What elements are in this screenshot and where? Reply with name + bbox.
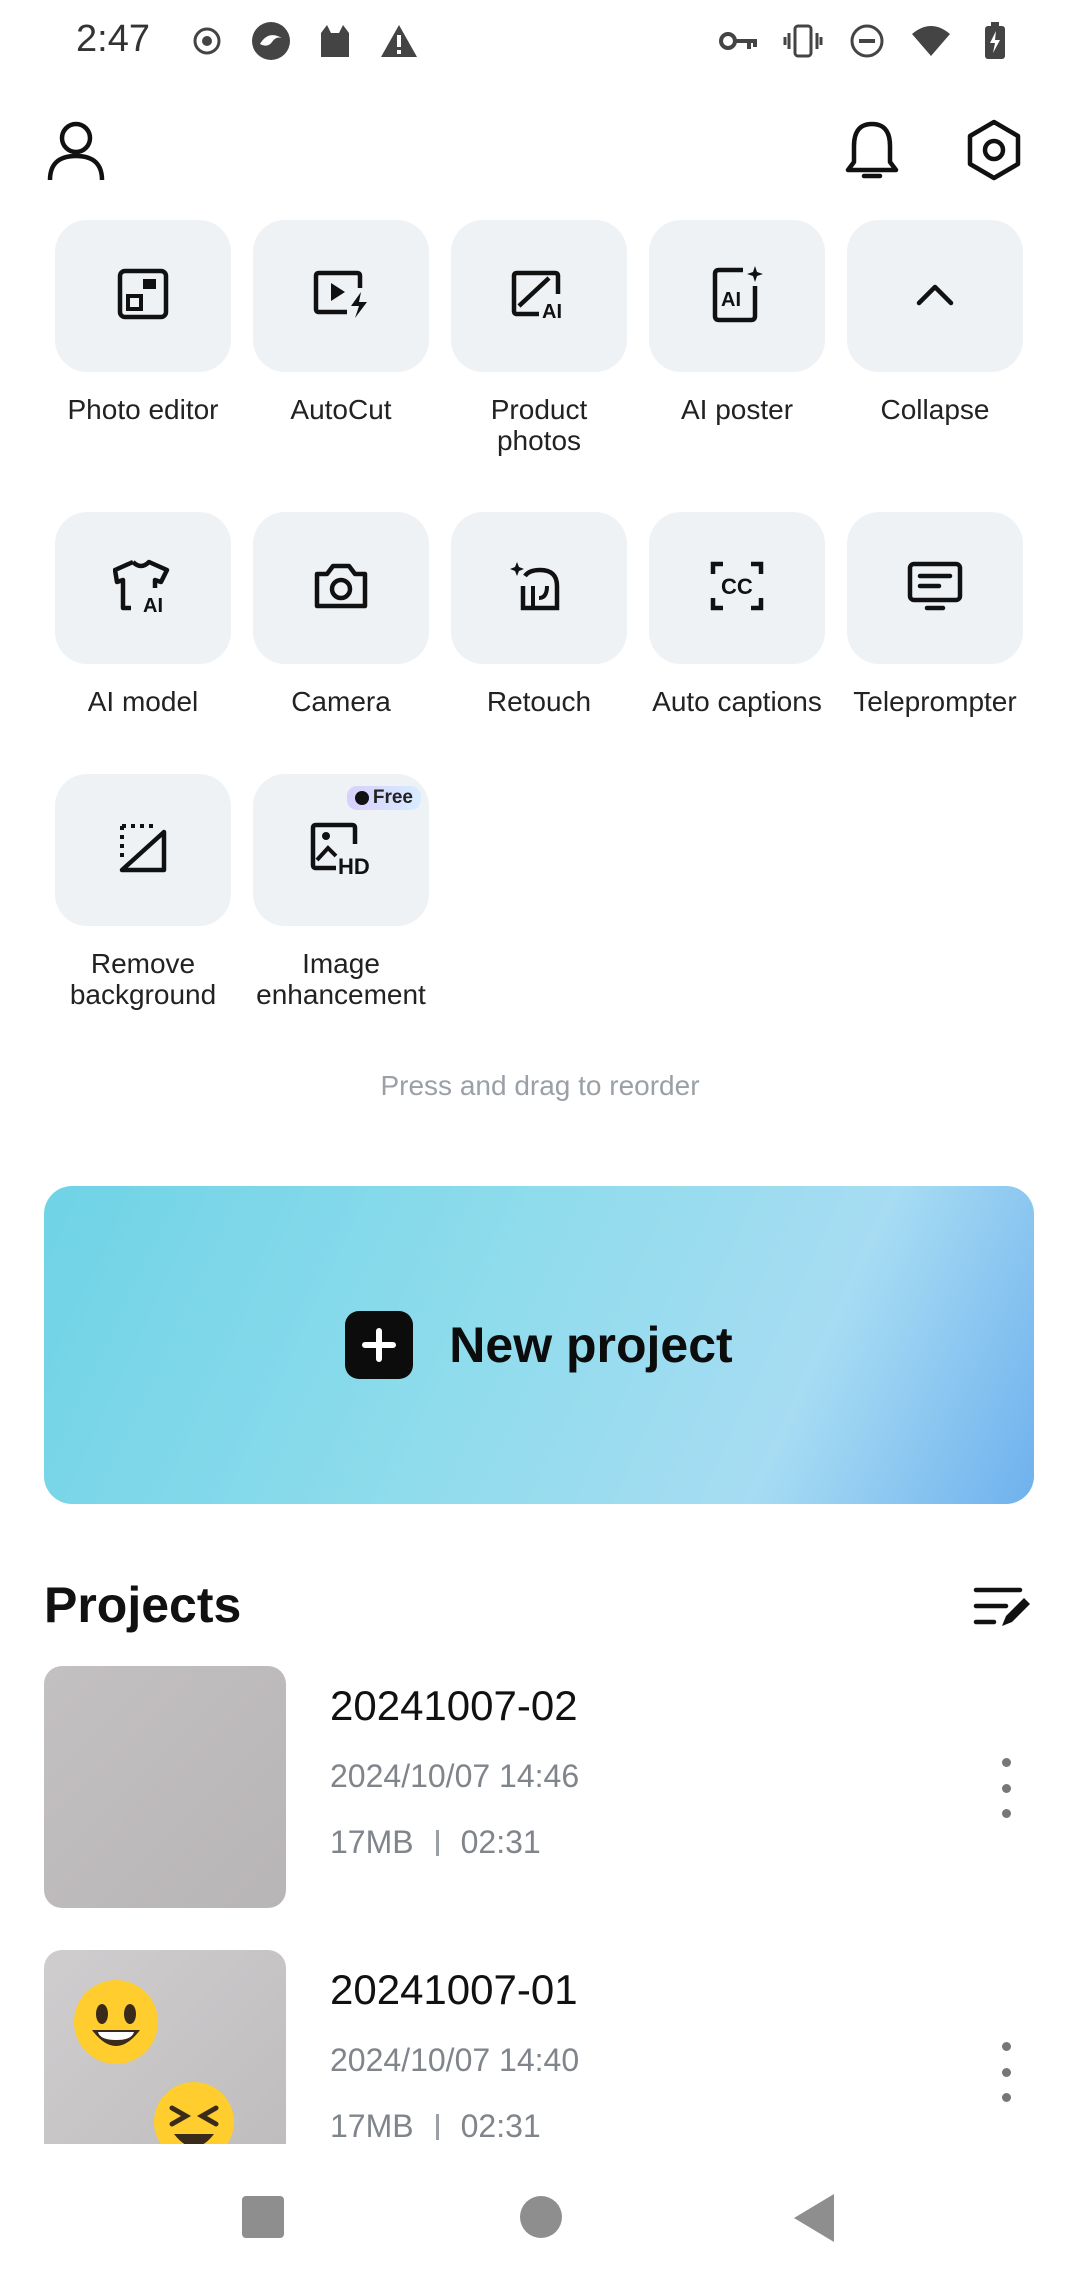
key-icon	[718, 20, 760, 62]
tool-label: AutoCut	[290, 394, 392, 425]
recents-icon[interactable]	[242, 2196, 284, 2238]
sort-edit-icon[interactable]	[972, 1582, 1032, 1632]
tool-label: AI poster	[680, 394, 794, 425]
tool-label: Image enhancement	[256, 948, 426, 1010]
captions-icon: CC	[709, 558, 765, 619]
tool-label: Collapse	[880, 394, 990, 425]
ai-model-icon: AI	[112, 558, 173, 619]
project-meta: 17MB 02:31	[330, 2108, 541, 2144]
project-thumbnail	[44, 1950, 286, 2144]
retouch-icon	[509, 558, 569, 619]
system-nav-bar	[0, 2144, 1080, 2280]
svg-text:HD: HD	[338, 854, 370, 876]
do-not-disturb-icon	[846, 20, 888, 62]
project-size: 17MB	[330, 2108, 414, 2144]
home-icon[interactable]	[520, 2196, 562, 2238]
svg-text:CC: CC	[721, 574, 753, 599]
new-project-button[interactable]: New project	[44, 1186, 1034, 1504]
status-bar: 2:47	[0, 0, 1080, 90]
tool-autocut[interactable]: AutoCut	[252, 220, 430, 425]
free-badge: Free	[346, 786, 421, 810]
meta-separator	[435, 2113, 439, 2140]
new-project-label: New project	[449, 1317, 733, 1373]
project-row[interactable]: 20241007-02 2024/10/07 14:46 17MB 02:31	[44, 1666, 1044, 1908]
browser-icon	[250, 20, 292, 62]
remove-background-icon	[114, 820, 172, 881]
projects-title: Projects	[44, 1577, 242, 1633]
tool-retouch[interactable]: Retouch	[450, 512, 628, 717]
settings-icon[interactable]	[962, 118, 1026, 182]
project-name: 20241007-01	[330, 1966, 578, 2013]
project-thumbnail	[44, 1666, 286, 1908]
profile-icon[interactable]	[44, 118, 108, 182]
wifi-icon	[910, 20, 952, 62]
battery-icon	[974, 20, 1016, 62]
ai-poster-icon: AI	[709, 264, 765, 329]
tool-teleprompter[interactable]: Teleprompter	[846, 512, 1024, 717]
project-row[interactable]: 20241007-01 2024/10/07 14:40 17MB 02:31	[44, 1950, 1044, 2144]
reorder-hint: Press and drag to reorder	[380, 1070, 700, 1101]
tool-collapse[interactable]: Collapse	[846, 220, 1024, 425]
tool-remove-background[interactable]: Remove background	[54, 774, 232, 1010]
project-duration: 02:31	[460, 2108, 541, 2144]
more-options-icon[interactable]	[994, 1758, 1018, 1818]
more-options-icon[interactable]	[994, 2042, 1018, 2102]
tool-auto-captions[interactable]: CC Auto captions	[648, 512, 826, 717]
svg-text:AI: AI	[542, 301, 562, 322]
photo-editor-icon	[115, 266, 171, 327]
product-photos-icon: AI	[509, 266, 569, 327]
tool-ai-model[interactable]: AI AI model	[54, 512, 232, 717]
tool-label: Auto captions	[652, 686, 822, 717]
tool-photo-editor[interactable]: Photo editor	[54, 220, 232, 425]
chevron-up-icon	[913, 279, 957, 314]
warning-icon	[378, 20, 420, 62]
status-time: 2:47	[76, 18, 150, 60]
vibrate-icon	[782, 20, 824, 62]
clock-icon	[354, 791, 369, 805]
autocut-icon	[311, 266, 371, 327]
project-date: 2024/10/07 14:40	[330, 2042, 580, 2078]
emoji-stickers	[74, 1980, 234, 2144]
tool-label: Retouch	[486, 686, 592, 717]
svg-text:AI: AI	[143, 595, 163, 614]
free-badge-label: Free	[372, 787, 413, 808]
bell-icon[interactable]	[840, 118, 904, 182]
record-icon	[186, 20, 228, 62]
tool-label: Remove background	[69, 948, 217, 1010]
tool-label: AI model	[87, 686, 199, 717]
tool-product-photos[interactable]: AI Product photos	[450, 220, 628, 456]
project-size: 17MB	[330, 1824, 414, 1860]
tool-label: Teleprompter	[853, 686, 1017, 717]
tool-camera[interactable]: Camera	[252, 512, 430, 717]
tool-label: Photo editor	[67, 394, 219, 425]
back-icon[interactable]	[794, 2194, 834, 2242]
image-enhancement-icon: HD	[308, 820, 374, 881]
tool-ai-poster[interactable]: AI AI poster	[648, 220, 826, 425]
teleprompter-icon	[905, 558, 965, 619]
camera-icon	[311, 560, 371, 617]
svg-text:AI: AI	[721, 289, 741, 311]
tool-label: Camera	[291, 686, 391, 717]
project-name: 20241007-02	[330, 1682, 578, 1729]
meta-separator	[435, 1829, 439, 1856]
tool-label: Product photos	[490, 394, 588, 456]
plus-icon	[345, 1311, 414, 1379]
cat-icon	[314, 20, 356, 62]
project-meta: 17MB 02:31	[330, 1824, 541, 1861]
project-duration: 02:31	[460, 1824, 541, 1860]
project-date: 2024/10/07 14:46	[330, 1758, 580, 1794]
tool-image-enhancement[interactable]: Free HD Image enhancement	[252, 774, 430, 1010]
